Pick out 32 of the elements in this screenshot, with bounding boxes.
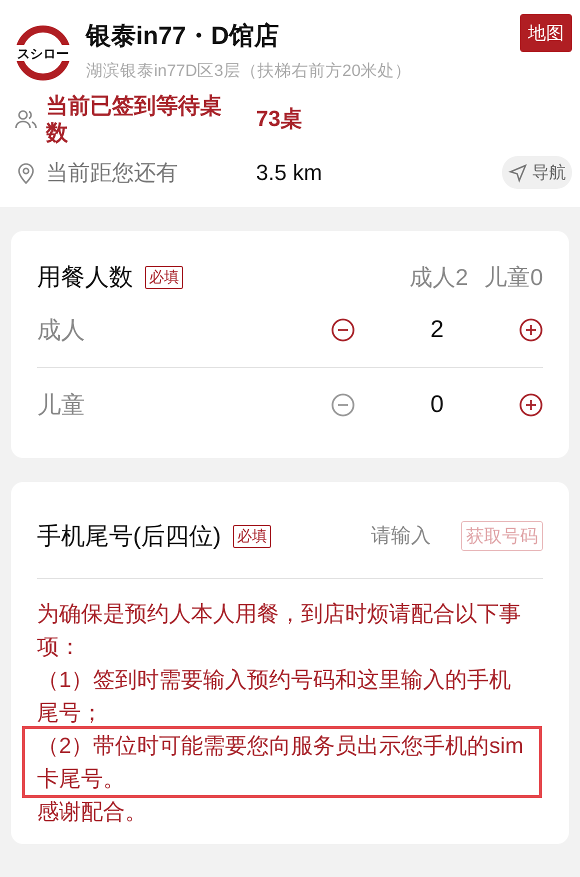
counter-label: 成人 xyxy=(37,316,86,346)
store-name: 银泰in77・D馆店 xyxy=(86,21,280,52)
required-tag: 必填 xyxy=(232,524,271,548)
plus-icon xyxy=(519,318,543,342)
section-title: 用餐人数 xyxy=(37,263,133,293)
party-summary: 成人2 xyxy=(409,262,468,292)
notice-text: 为确保是预约人本人用餐，到店时烦请配合以下事项： xyxy=(37,600,522,661)
party-summary: 儿童0 xyxy=(484,262,543,292)
counter-value: 0 xyxy=(429,391,445,419)
increment-button[interactable] xyxy=(519,393,543,417)
info-value: 73桌 xyxy=(256,105,304,133)
info-value: 3.5 km xyxy=(256,160,324,186)
plus-icon xyxy=(519,393,543,417)
required-tag: 必填 xyxy=(145,266,183,288)
counter-label: 儿童 xyxy=(37,391,86,421)
people-icon xyxy=(14,107,38,131)
map-button[interactable]: 地图 xyxy=(520,14,572,52)
navigation-arrow-icon xyxy=(508,162,528,182)
counter-value: 2 xyxy=(429,316,445,344)
section-title: 手机尾号(后四位) xyxy=(37,522,221,552)
info-label: 当前已签到等待桌数 xyxy=(46,92,223,146)
info-label: 当前距您还有 xyxy=(46,159,179,186)
decrement-button[interactable] xyxy=(331,318,355,342)
store-address: 湖滨银泰in77D区3层（扶梯右前方20米处） xyxy=(86,61,413,82)
logo: スシロー xyxy=(14,24,72,82)
minus-icon xyxy=(331,393,355,417)
notice-text: （1）签到时需要输入预约号码和这里输入的手机尾号； xyxy=(37,666,512,727)
increment-button[interactable] xyxy=(519,318,543,342)
navigate-button[interactable]: 导航 xyxy=(502,156,572,189)
minus-icon xyxy=(331,318,355,342)
notice-text: （2）带位时可能需要您向服务员出示您手机的sim卡尾号。 xyxy=(25,729,539,795)
notice-text: 感谢配合。 xyxy=(37,798,148,826)
